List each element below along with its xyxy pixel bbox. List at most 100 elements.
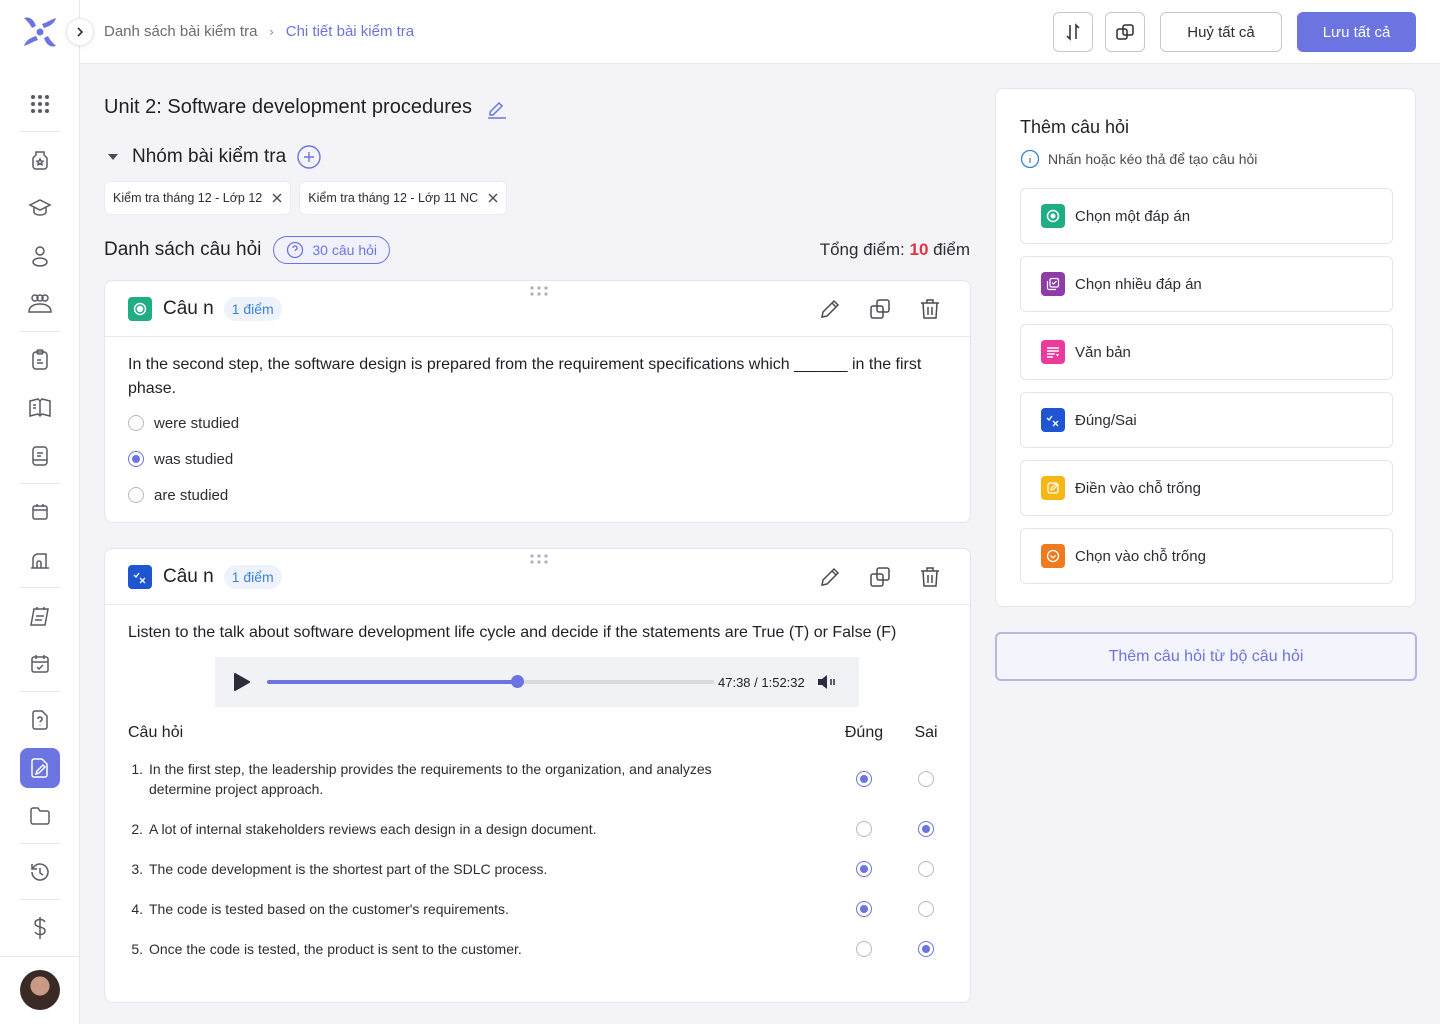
audio-player: 47:38 / 1:52:32 (215, 657, 859, 707)
edit-title-button[interactable] (486, 97, 508, 119)
answer-option[interactable]: were studied (128, 405, 970, 441)
answer-radio[interactable] (128, 415, 144, 431)
answer-radio-selected[interactable] (128, 451, 144, 467)
question-type-select-blank[interactable]: Chọn vào chỗ trống (1020, 528, 1393, 584)
sidebar-toggle-button[interactable] (66, 18, 94, 46)
true-radio-selected[interactable] (856, 771, 872, 787)
answer-option[interactable]: are studied (128, 477, 970, 513)
group-tag: Kiểm tra tháng 12 - Lớp 11 NC (299, 181, 508, 215)
app-logo[interactable] (20, 12, 60, 52)
answer-option[interactable]: was studied (128, 441, 970, 477)
volume-button[interactable] (817, 674, 837, 690)
sort-button[interactable] (1053, 12, 1093, 52)
user-avatar[interactable] (20, 970, 60, 1010)
false-radio[interactable] (918, 861, 934, 877)
sidebar-item-courses[interactable] (20, 188, 60, 228)
copy-icon (1116, 24, 1134, 40)
false-radio[interactable] (918, 901, 934, 917)
delete-question-button[interactable] (918, 297, 942, 321)
book-open-icon (29, 398, 51, 418)
false-radio-selected[interactable] (918, 941, 934, 957)
question-type-fill-blank[interactable]: Điền vào chỗ trống (1020, 460, 1393, 516)
sidebar-item-documents[interactable] (20, 436, 60, 476)
sidebar-divider (20, 483, 60, 484)
exam-group-header: Nhóm bài kiểm tra (104, 144, 322, 170)
duplicate-question-button[interactable] (868, 297, 892, 321)
audio-seek-handle[interactable] (511, 675, 525, 688)
statement-number: 3. (131, 861, 143, 877)
question-type-text[interactable]: Văn bản (1020, 324, 1393, 380)
add-group-button[interactable] (296, 144, 322, 170)
collapse-group-toggle[interactable] (104, 148, 122, 166)
duplicate-question-button[interactable] (868, 565, 892, 589)
drag-handle[interactable] (529, 553, 549, 565)
add-from-question-bank-button[interactable]: Thêm câu hỏi từ bộ câu hỏi (995, 632, 1417, 681)
cancel-all-button[interactable]: Huỷ tất cả (1160, 12, 1282, 52)
save-all-button[interactable]: Lưu tất cả (1297, 12, 1416, 52)
sidebar-item-groups[interactable] (20, 284, 60, 324)
sidebar-item-clipboard[interactable] (20, 340, 60, 380)
sidebar-item-calendar[interactable] (20, 492, 60, 532)
drag-handle[interactable] (529, 285, 549, 297)
add-question-hint: Nhấn hoặc kéo thả để tạo câu hỏi (1020, 149, 1257, 169)
audio-time: 47:38 / 1:52:32 (718, 674, 805, 690)
sidebar-item-schedule[interactable] (20, 596, 60, 636)
answer-radio[interactable] (128, 487, 144, 503)
badge-icon (32, 151, 48, 170)
sidebar-item-attendance[interactable] (20, 644, 60, 684)
select-blank-icon (1041, 544, 1065, 568)
true-false-statement-row: 1. In the first step, the leadership prov… (105, 759, 970, 799)
sidebar-item-classroom[interactable] (20, 540, 60, 580)
remove-tag-button[interactable] (272, 193, 282, 203)
play-button[interactable] (233, 672, 251, 692)
apps-grid-icon (31, 95, 49, 113)
edit-question-button[interactable] (818, 565, 842, 589)
true-radio-selected[interactable] (856, 861, 872, 877)
question-card: Câu n 1 điểm In the second step, the sof… (104, 280, 971, 523)
false-radio-selected[interactable] (918, 821, 934, 837)
edit-question-button[interactable] (818, 297, 842, 321)
sidebar-item-apps[interactable] (20, 84, 60, 124)
breadcrumb: Danh sách bài kiểm tra › Chi tiết bài ki… (104, 23, 414, 40)
caret-down-icon (108, 154, 118, 160)
question-type-true-false[interactable]: Đúng/Sai (1020, 392, 1393, 448)
false-radio[interactable] (918, 771, 934, 787)
question-label: Câu n (163, 297, 214, 319)
sidebar-item-history[interactable] (20, 852, 60, 892)
add-question-panel: Thêm câu hỏi Nhấn hoặc kéo thả để tạo câ… (995, 88, 1416, 607)
sidebar-item-library[interactable] (20, 388, 60, 428)
sidebar-item-exams[interactable] (20, 748, 60, 788)
true-option-cell (833, 941, 895, 957)
user-icon (32, 246, 48, 267)
drag-handle-icon (530, 286, 548, 296)
column-header-true: Đúng (844, 724, 884, 741)
true-radio-selected[interactable] (856, 901, 872, 917)
logo-icon (24, 17, 56, 47)
question-type-single-choice[interactable]: Chọn một đáp án (1020, 188, 1393, 244)
chevron-right-icon (77, 27, 84, 37)
column-header-false: Sai (914, 724, 938, 741)
group-tag: Kiểm tra tháng 12 - Lớp 12 (104, 181, 292, 215)
breadcrumb-item-exam-list[interactable]: Danh sách bài kiểm tra (104, 23, 257, 40)
sidebar-item-billing[interactable] (20, 908, 60, 948)
answer-options: were studied was studied are studied (105, 405, 970, 513)
classroom-icon (31, 553, 49, 569)
question-list-title: Danh sách câu hỏi (104, 239, 262, 260)
true-radio[interactable] (856, 821, 872, 837)
sidebar-item-user[interactable] (20, 236, 60, 276)
remove-tag-button[interactable] (488, 193, 498, 203)
question-count: 30 câu hỏi (312, 242, 377, 258)
audio-seek-bar[interactable] (267, 675, 714, 688)
group-tag-label: Kiểm tra tháng 12 - Lớp 12 (113, 191, 263, 205)
sidebar-item-folder[interactable] (20, 796, 60, 836)
statement-number: 2. (131, 821, 143, 837)
true-radio[interactable] (856, 941, 872, 957)
delete-question-button[interactable] (918, 565, 942, 589)
sidebar-divider (0, 956, 80, 957)
sidebar-item-badge[interactable] (20, 140, 60, 180)
duplicate-button[interactable] (1105, 12, 1145, 52)
sidebar-item-question-bank[interactable] (20, 700, 60, 740)
true-false-statements: 1. In the first step, the leadership prov… (105, 759, 970, 959)
true-option-cell (833, 821, 895, 837)
question-type-multi-choice[interactable]: Chọn nhiều đáp án (1020, 256, 1393, 312)
